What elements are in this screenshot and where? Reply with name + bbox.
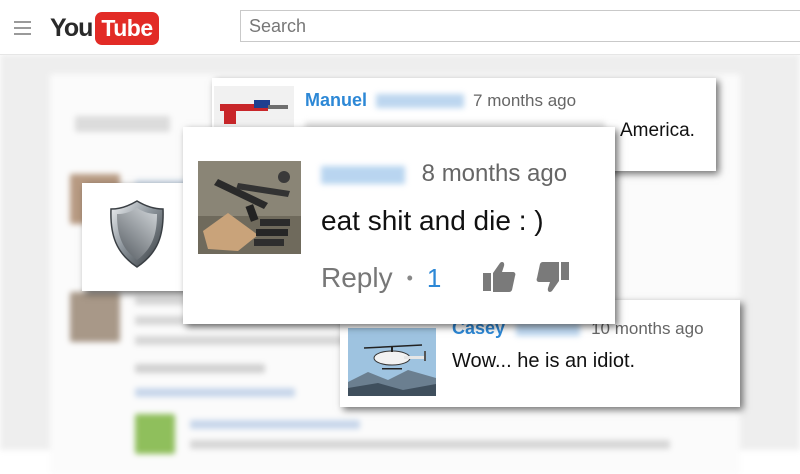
like-count: 1: [426, 262, 442, 293]
thumbs-up-icon[interactable]: [481, 259, 517, 295]
logo-you-text: You: [50, 13, 93, 42]
moderation-shield-card: [82, 183, 192, 291]
shield-icon: [110, 200, 164, 268]
menu-icon[interactable]: [14, 21, 31, 39]
avatar[interactable]: [198, 161, 301, 254]
author-name-redacted[interactable]: [321, 165, 405, 184]
thumbs-down-icon[interactable]: [535, 259, 571, 295]
avatar[interactable]: [348, 328, 436, 396]
comment-text: America.: [620, 120, 695, 141]
logo-tube-text: Tube: [95, 11, 159, 45]
comment-timestamp[interactable]: 7 months ago: [473, 91, 576, 110]
comment-text: Wow... he is an idiot.: [452, 350, 636, 372]
author-surname-redacted: [516, 322, 581, 337]
search-input[interactable]: Search: [240, 10, 800, 42]
reply-button[interactable]: Reply: [321, 262, 393, 294]
masthead: You Tube Search: [0, 0, 800, 55]
avatar[interactable]: [214, 86, 294, 132]
comment-author[interactable]: Manuel: [305, 90, 367, 110]
youtube-logo[interactable]: You Tube: [50, 11, 159, 45]
comment-text: eat shit and die : ): [321, 205, 544, 236]
separator-dot: •: [406, 267, 413, 288]
comment-card-main: 8 months ago eat shit and die : ) Reply …: [183, 127, 615, 324]
author-surname-redacted: [376, 94, 465, 109]
comment-timestamp[interactable]: 8 months ago: [422, 160, 567, 187]
